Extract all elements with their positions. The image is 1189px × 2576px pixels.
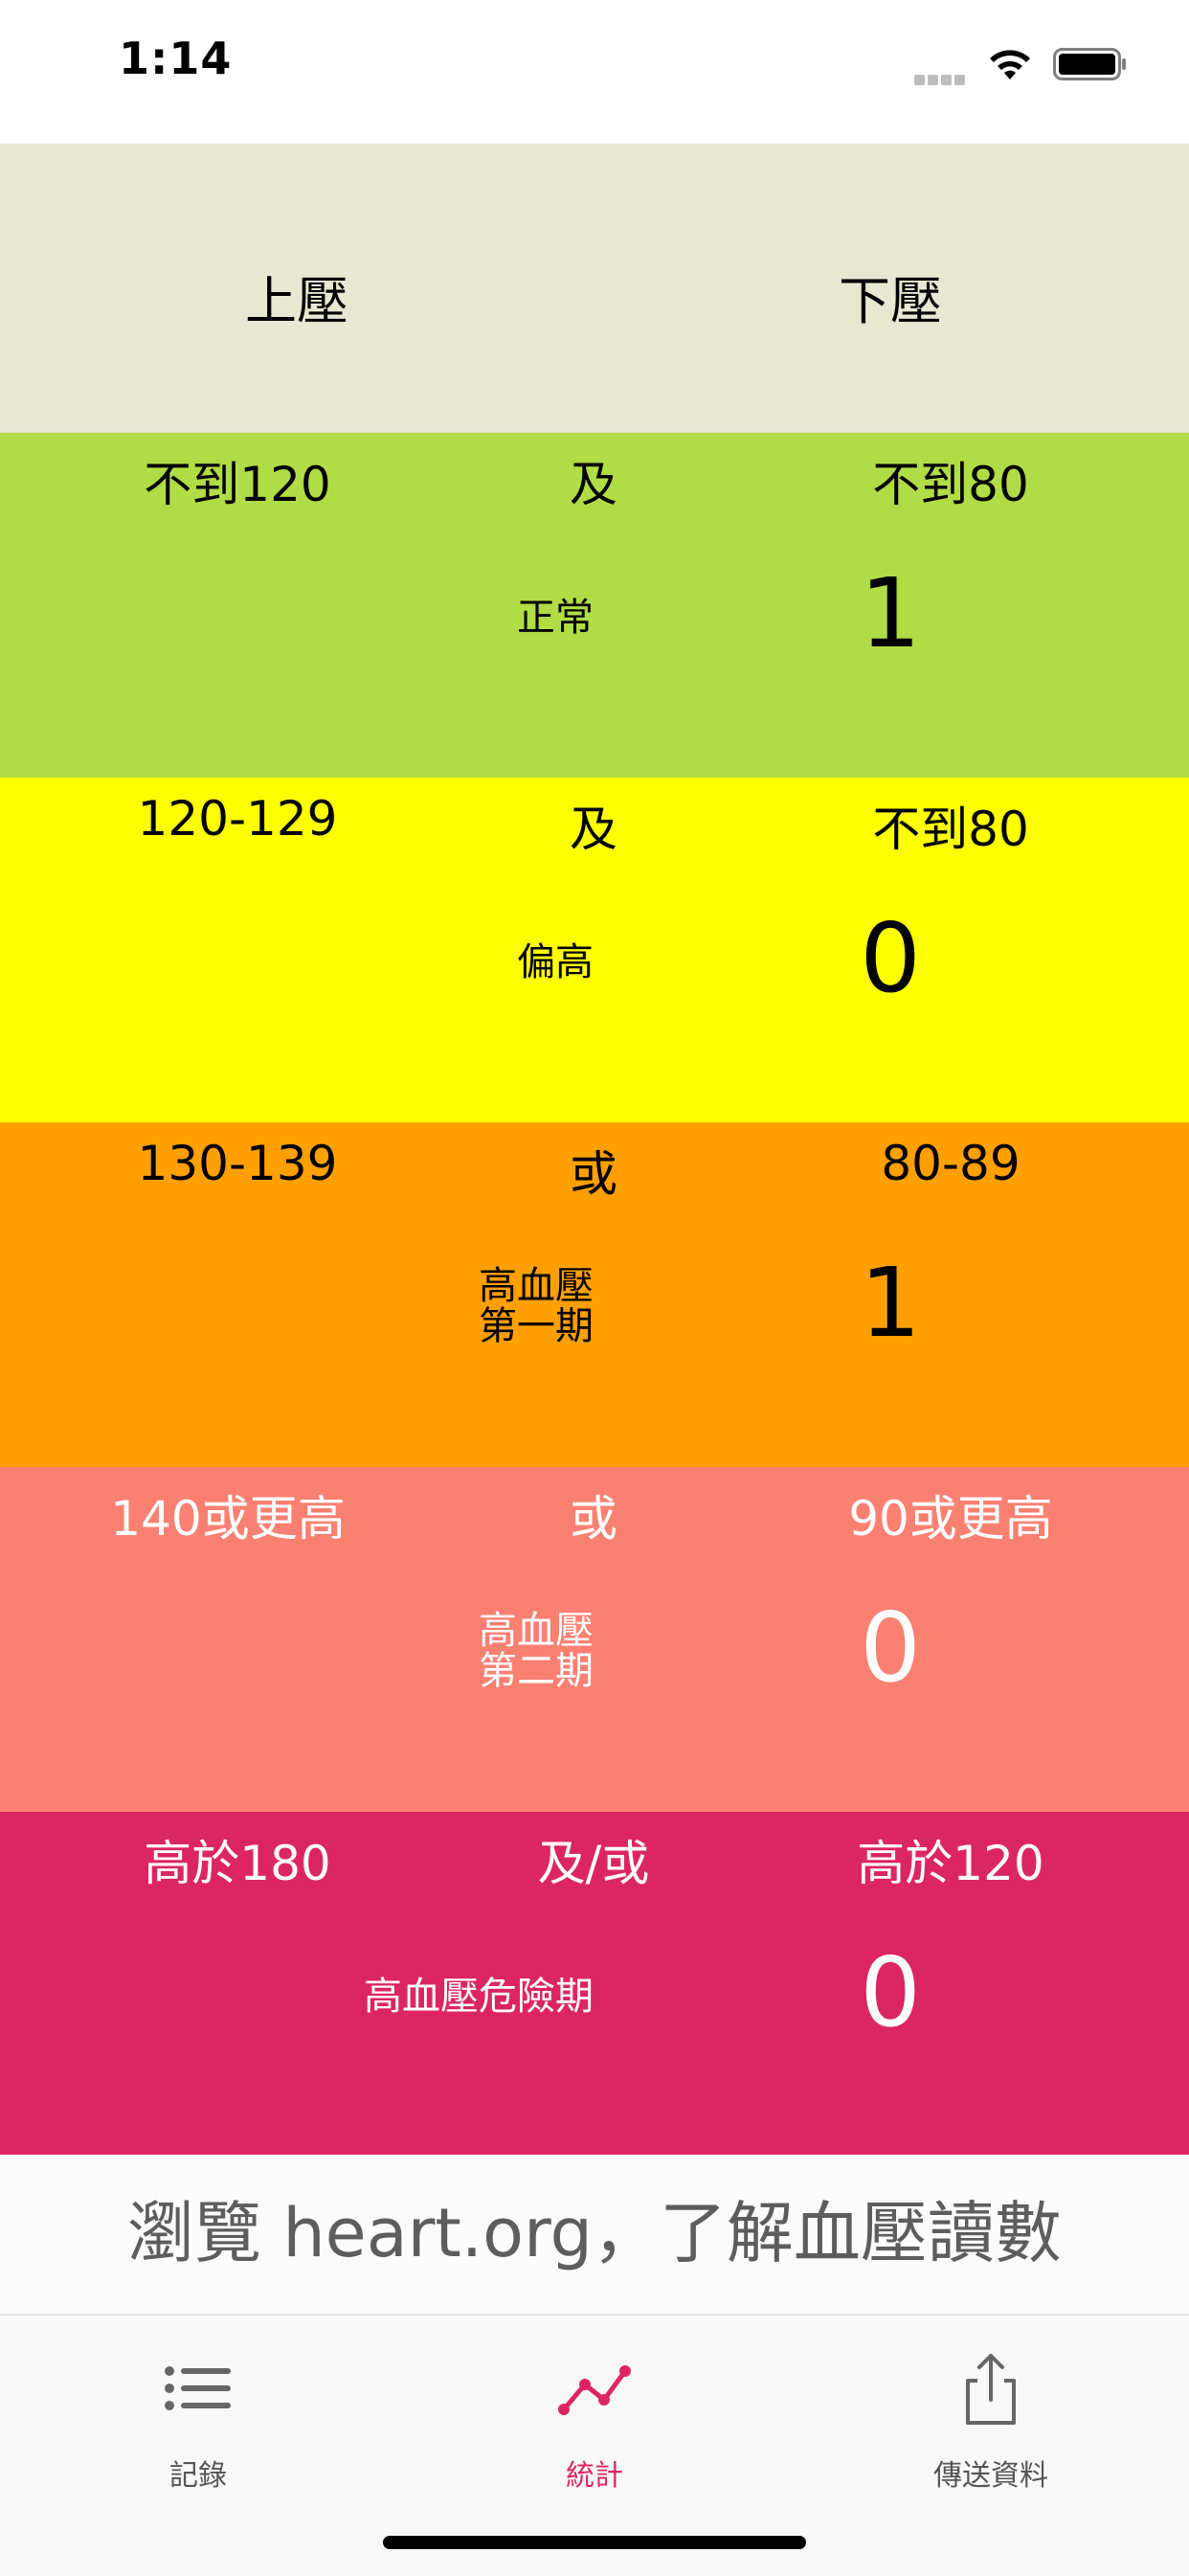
reading-count: 1 bbox=[860, 1247, 921, 1359]
reading-count: 0 bbox=[860, 902, 921, 1014]
systolic-header: 上壓 bbox=[245, 271, 348, 331]
tab-label: 統計 bbox=[566, 2459, 623, 2493]
heart-org-link[interactable]: 瀏覽 heart.org，了解血壓讀數 bbox=[0, 2155, 1189, 2313]
tab-label: 傳送資料 bbox=[933, 2459, 1048, 2493]
category-row-crisis: 高於180 及/或 高於120 高血壓危險期 0 bbox=[0, 1812, 1189, 2157]
category-row-stage-2: 140或更高 或 90或更高 高血壓 第二期 0 bbox=[0, 1467, 1189, 1812]
category-name: 正常 bbox=[517, 596, 594, 640]
category-name: 偏高 bbox=[517, 940, 594, 984]
range-conjunction: 或 bbox=[570, 1491, 617, 1547]
diastolic-range: 90或更高 bbox=[848, 1491, 1053, 1547]
reading-count: 0 bbox=[860, 1592, 921, 1704]
share-icon bbox=[966, 2354, 1016, 2425]
cellular-signal-icon bbox=[914, 71, 968, 85]
wifi-icon bbox=[990, 50, 1030, 79]
systolic-range: 130-139 bbox=[137, 1136, 338, 1191]
diastolic-range: 高於120 bbox=[857, 1836, 1044, 1891]
category-row-stage-1: 130-139 或 80-89 高血壓 第一期 1 bbox=[0, 1122, 1189, 1467]
list-icon bbox=[165, 2366, 231, 2410]
systolic-range: 不到120 bbox=[144, 457, 331, 512]
tab-label: 記錄 bbox=[169, 2459, 227, 2493]
category-row-normal: 不到120 及 不到80 正常 1 bbox=[0, 433, 1189, 778]
diastolic-header: 下壓 bbox=[839, 271, 942, 331]
reading-count: 1 bbox=[860, 557, 921, 669]
range-conjunction: 及 bbox=[570, 457, 617, 512]
tab-statistics[interactable]: 統計 bbox=[396, 2316, 793, 2497]
tab-send-data[interactable]: 傳送資料 bbox=[793, 2316, 1189, 2497]
range-conjunction: 及/或 bbox=[537, 1836, 650, 1891]
range-conjunction: 或 bbox=[570, 1146, 617, 1202]
systolic-range: 高於180 bbox=[144, 1836, 331, 1891]
home-indicator bbox=[383, 2536, 806, 2549]
reading-count: 0 bbox=[860, 1936, 921, 2048]
category-row-elevated: 120-129 及 不到80 偏高 0 bbox=[0, 778, 1189, 1122]
status-bar: 1:14 bbox=[0, 0, 1189, 144]
status-time: 1:14 bbox=[119, 33, 233, 84]
battery-icon bbox=[1053, 48, 1126, 80]
diastolic-range: 不到80 bbox=[872, 802, 1029, 857]
systolic-range: 140或更高 bbox=[110, 1491, 346, 1547]
range-conjunction: 及 bbox=[570, 802, 617, 857]
category-name: 高血壓 第二期 bbox=[479, 1609, 594, 1693]
category-name: 高血壓 第一期 bbox=[479, 1264, 594, 1348]
diastolic-range: 80-89 bbox=[881, 1136, 1021, 1191]
systolic-range: 120-129 bbox=[137, 791, 338, 847]
diastolic-range: 不到80 bbox=[872, 457, 1029, 512]
chart-line-icon bbox=[558, 2365, 631, 2415]
table-header: 上壓 下壓 bbox=[0, 144, 1189, 433]
tab-records[interactable]: 記錄 bbox=[0, 2316, 396, 2497]
category-name: 高血壓危險期 bbox=[364, 1975, 594, 2019]
